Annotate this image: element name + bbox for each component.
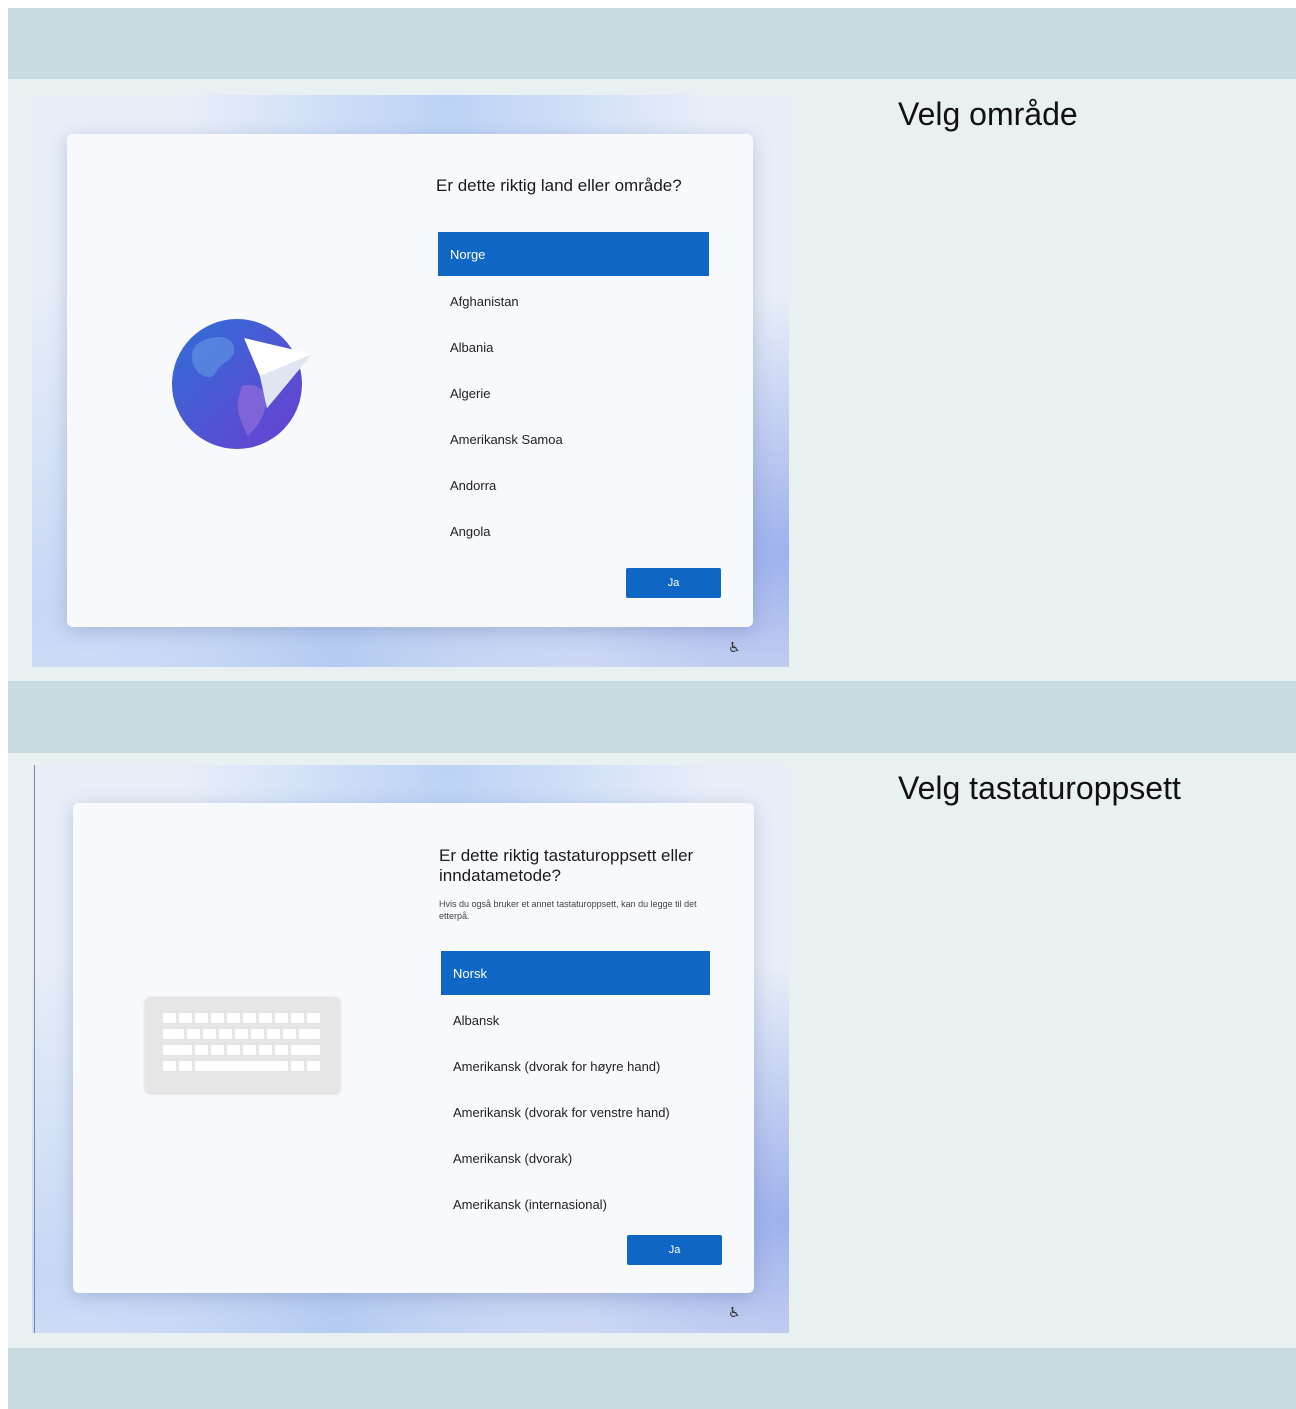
keyboard-icon <box>145 997 340 1093</box>
region-option[interactable]: Angola <box>438 508 709 554</box>
region-option[interactable]: Andorra <box>438 462 709 508</box>
keyboard-dialog-card: Er dette riktig tastaturoppsett eller in… <box>73 803 754 1293</box>
keyboard-question: Er dette riktig tastaturoppsett eller in… <box>439 846 694 885</box>
page: Velg område Velg tastaturoppsett Er dett… <box>0 0 1296 1409</box>
keyboard-heading: Velg tastaturoppsett <box>898 770 1181 806</box>
keyboard-option[interactable]: Amerikansk (dvorak) <box>441 1135 710 1181</box>
region-heading: Velg område <box>898 96 1078 132</box>
region-question: Er dette riktig land eller område? <box>436 176 682 195</box>
accessibility-icon[interactable]: ♿︎ <box>728 1305 741 1321</box>
region-option[interactable]: Afghanistan <box>438 278 709 324</box>
region-option[interactable]: Algerie <box>438 370 709 416</box>
region-option[interactable]: Amerikansk Samoa <box>438 416 709 462</box>
globe-with-paper-plane-icon <box>172 319 312 449</box>
keyboard-option[interactable]: Amerikansk (internasional) <box>441 1181 710 1227</box>
keyboard-subtitle: Hvis du også bruker et annet tastaturopp… <box>439 899 697 921</box>
region-dialog-card: Er dette riktig land eller område? Norge… <box>67 134 753 627</box>
top-band <box>8 8 1296 79</box>
middle-band <box>8 681 1296 753</box>
region-option-selected[interactable]: Norge <box>438 232 709 276</box>
keyboard-screenshot: Er dette riktig tastaturoppsett eller in… <box>32 765 789 1333</box>
keyboard-option[interactable]: Albansk <box>441 997 710 1043</box>
region-list[interactable]: Norge Afghanistan Albania Algerie Amerik… <box>438 232 709 554</box>
window-edge <box>34 765 35 1333</box>
keyboard-option[interactable]: Amerikansk (dvorak for venstre hand) <box>441 1089 710 1135</box>
keyboard-yes-button[interactable]: Ja <box>627 1235 722 1265</box>
region-yes-button[interactable]: Ja <box>626 568 721 598</box>
accessibility-icon[interactable]: ♿︎ <box>728 640 741 656</box>
region-screenshot: Er dette riktig land eller område? Norge… <box>32 95 789 667</box>
region-option[interactable]: Albania <box>438 324 709 370</box>
bottom-band <box>8 1348 1296 1409</box>
keyboard-list[interactable]: Norsk Albansk Amerikansk (dvorak for høy… <box>441 951 710 1227</box>
keyboard-option[interactable]: Amerikansk (dvorak for høyre hand) <box>441 1043 710 1089</box>
keyboard-option-selected[interactable]: Norsk <box>441 951 710 995</box>
